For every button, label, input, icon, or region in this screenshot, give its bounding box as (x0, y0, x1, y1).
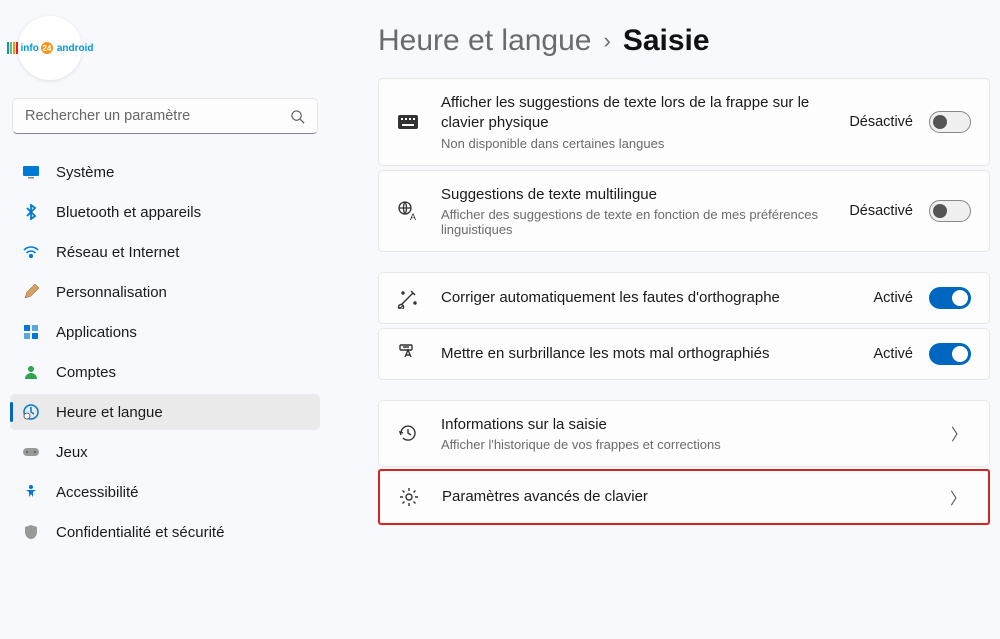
toggle-status: Désactivé (849, 203, 913, 219)
card-title: Mettre en surbrillance les mots mal orth… (441, 344, 852, 364)
nav-label: Réseau et Internet (56, 244, 179, 261)
nav-label: Confidentialité et sécurité (56, 524, 224, 541)
setting-text-suggestions[interactable]: Afficher les suggestions de texte lors d… (378, 78, 990, 166)
nav-list: Système Bluetooth et appareils Réseau et… (8, 154, 322, 554)
nav-label: Bluetooth et appareils (56, 204, 201, 221)
sidebar-item-privacy[interactable]: Confidentialité et sécurité (10, 514, 320, 550)
sidebar-item-bluetooth[interactable]: Bluetooth et appareils (10, 194, 320, 230)
main-content: Heure et langue › Saisie Afficher les su… (330, 0, 1000, 639)
highlight-text-icon (397, 343, 419, 365)
accessibility-icon (22, 483, 40, 501)
bluetooth-icon (22, 203, 40, 221)
sidebar-item-accounts[interactable]: Comptes (10, 354, 320, 390)
globe-text-icon: A (397, 200, 419, 222)
card-title: Paramètres avancés de clavier (442, 487, 924, 507)
card-subtitle: Afficher l'historique de vos frappes et … (441, 437, 925, 452)
sidebar-item-apps[interactable]: Applications (10, 314, 320, 350)
sidebar-item-time-language[interactable]: Heure et langue (10, 394, 320, 430)
sidebar: info24android Système Bluetooth et appar… (0, 0, 330, 639)
search-box[interactable] (12, 98, 318, 134)
brush-icon (22, 283, 40, 301)
toggle-status: Désactivé (849, 114, 913, 130)
wand-icon (397, 287, 419, 309)
breadcrumb: Heure et langue › Saisie (378, 24, 990, 58)
chevron-right-icon: 〉 (947, 421, 971, 445)
card-title: Informations sur la saisie (441, 415, 925, 435)
card-title: Suggestions de texte multilingue (441, 185, 827, 205)
toggle-switch[interactable] (929, 287, 971, 309)
sidebar-item-personalization[interactable]: Personnalisation (10, 274, 320, 310)
sidebar-item-network[interactable]: Réseau et Internet (10, 234, 320, 270)
globe-clock-icon (22, 403, 40, 421)
gamepad-icon (22, 443, 40, 461)
card-title: Corriger automatiquement les fautes d'or… (441, 288, 852, 308)
toggle-status: Activé (874, 346, 914, 362)
nav-label: Comptes (56, 364, 116, 381)
apps-icon (22, 323, 40, 341)
nav-label: Heure et langue (56, 404, 163, 421)
gear-icon (398, 486, 420, 508)
search-input[interactable] (25, 108, 290, 124)
setting-autocorrect[interactable]: Corriger automatiquement les fautes d'or… (378, 272, 990, 324)
monitor-icon (22, 163, 40, 181)
highlight-box: Paramètres avancés de clavier 〉 (378, 469, 990, 525)
avatar: info24android (18, 16, 82, 80)
wifi-icon (22, 243, 40, 261)
keyboard-icon (397, 111, 419, 133)
setting-multilingual[interactable]: A Suggestions de texte multilingue Affic… (378, 170, 990, 252)
breadcrumb-parent[interactable]: Heure et langue (378, 24, 592, 58)
search-icon (290, 109, 305, 124)
card-subtitle: Non disponible dans certaines langues (441, 136, 827, 151)
nav-label: Système (56, 164, 114, 181)
shield-icon (22, 523, 40, 541)
nav-label: Personnalisation (56, 284, 167, 301)
toggle-switch[interactable] (929, 111, 971, 133)
toggle-switch[interactable] (929, 343, 971, 365)
person-icon (22, 363, 40, 381)
sidebar-item-system[interactable]: Système (10, 154, 320, 190)
sidebar-item-accessibility[interactable]: Accessibilité (10, 474, 320, 510)
breadcrumb-current: Saisie (623, 24, 710, 58)
setting-highlight-misspelled[interactable]: Mettre en surbrillance les mots mal orth… (378, 328, 990, 380)
toggle-switch[interactable] (929, 200, 971, 222)
toggle-status: Activé (874, 290, 914, 306)
nav-label: Jeux (56, 444, 88, 461)
setting-advanced-keyboard[interactable]: Paramètres avancés de clavier 〉 (380, 471, 988, 523)
chevron-right-icon: 〉 (946, 485, 970, 509)
nav-label: Accessibilité (56, 484, 139, 501)
history-icon (397, 422, 419, 444)
chevron-right-icon: › (604, 28, 611, 54)
nav-label: Applications (56, 324, 137, 341)
setting-typing-insights[interactable]: Informations sur la saisie Afficher l'hi… (378, 400, 990, 467)
card-title: Afficher les suggestions de texte lors d… (441, 93, 827, 134)
account-header[interactable]: info24android (8, 12, 322, 98)
card-subtitle: Afficher des suggestions de texte en fon… (441, 207, 827, 237)
sidebar-item-gaming[interactable]: Jeux (10, 434, 320, 470)
svg-text:A: A (410, 212, 416, 222)
